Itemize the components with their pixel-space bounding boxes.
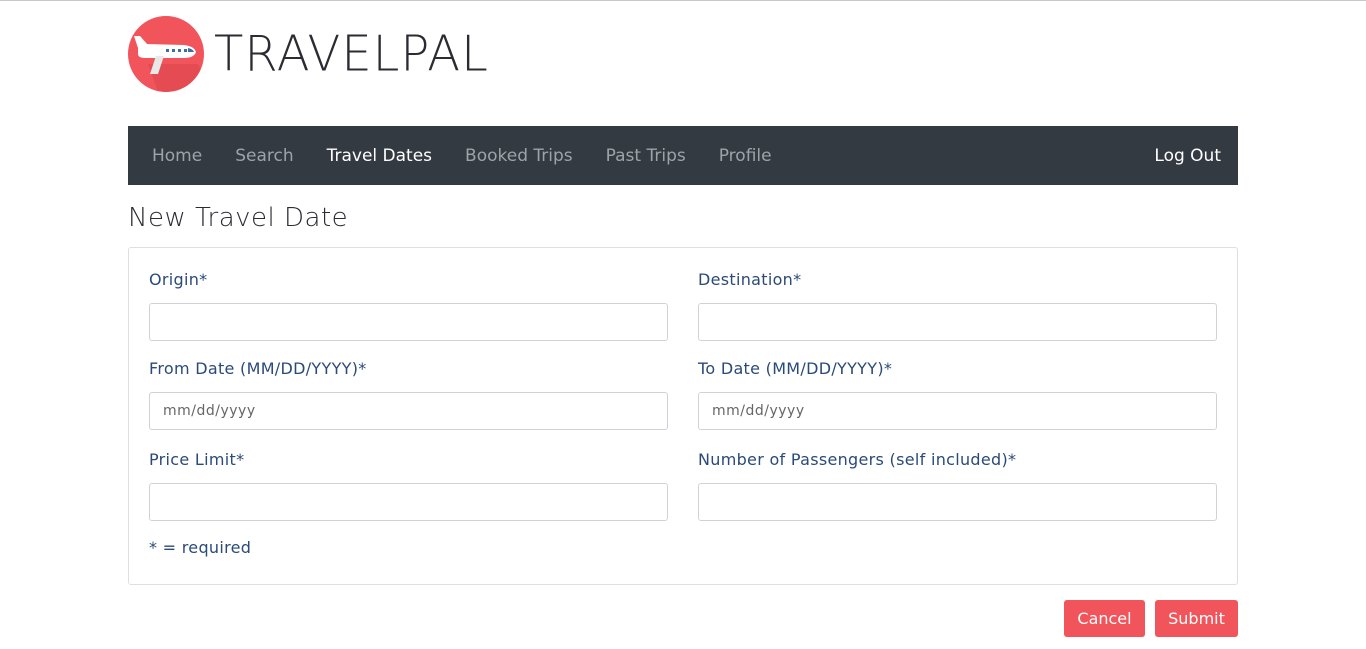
nav-home[interactable]: Home xyxy=(152,146,202,166)
nav-search[interactable]: Search xyxy=(235,146,293,166)
price-limit-input[interactable] xyxy=(149,483,668,521)
passengers-input[interactable] xyxy=(698,483,1217,521)
brand[interactable]: TRAVELPAL xyxy=(128,16,489,92)
passengers-label: Number of Passengers (self included)* xyxy=(698,450,1017,469)
main-navbar: Home Search Travel Dates Booked Trips Pa… xyxy=(128,126,1238,185)
price-limit-label: Price Limit* xyxy=(149,450,245,469)
to-date-input[interactable] xyxy=(698,392,1217,430)
origin-label: Origin* xyxy=(149,270,208,289)
origin-input[interactable] xyxy=(149,303,668,341)
cancel-button[interactable]: Cancel xyxy=(1064,600,1145,637)
nav-booked-trips[interactable]: Booked Trips xyxy=(465,146,573,166)
from-date-input[interactable] xyxy=(149,392,668,430)
destination-input[interactable] xyxy=(698,303,1217,341)
nav-profile[interactable]: Profile xyxy=(719,146,772,166)
brand-name: TRAVELPAL xyxy=(214,25,489,83)
page-title: New Travel Date xyxy=(128,203,349,233)
travel-date-form: Origin* Destination* From Date (MM/DD/YY… xyxy=(128,247,1238,585)
nav-past-trips[interactable]: Past Trips xyxy=(606,146,686,166)
nav-travel-dates[interactable]: Travel Dates xyxy=(327,146,432,166)
airplane-icon xyxy=(128,16,204,92)
destination-label: Destination* xyxy=(698,270,802,289)
submit-button[interactable]: Submit xyxy=(1155,600,1238,637)
required-note: * = required xyxy=(149,538,252,557)
from-date-label: From Date (MM/DD/YYYY)* xyxy=(149,359,367,378)
to-date-label: To Date (MM/DD/YYYY)* xyxy=(698,359,893,378)
logout-link[interactable]: Log Out xyxy=(1154,146,1221,166)
